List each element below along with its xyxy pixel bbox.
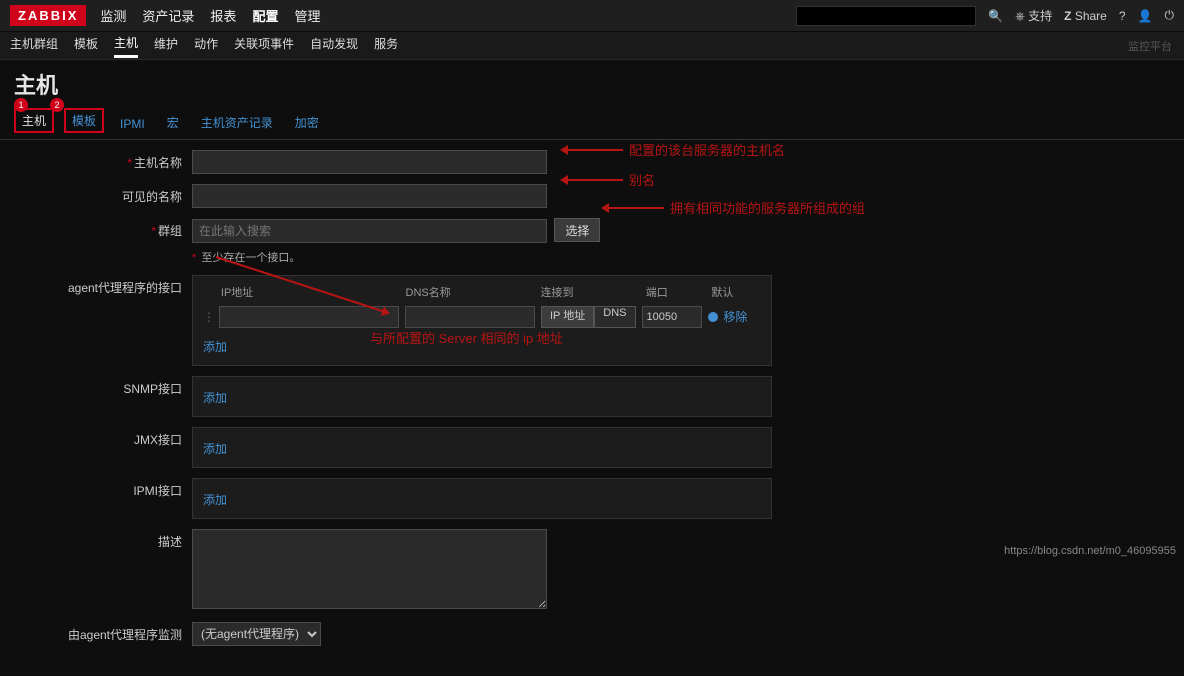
jmx-interface-add-link[interactable]: 添加 bbox=[203, 436, 227, 461]
subnav-discovery[interactable]: 自动发现 bbox=[310, 35, 358, 56]
groups-hint: * 至少存在一个接口。 bbox=[192, 249, 600, 265]
top-right: 🔍 ⎈ 支持 Z Share ? 👤 ⏻ bbox=[796, 6, 1174, 26]
visible-name-label: 可见的名称 bbox=[10, 184, 192, 205]
interface-default-radio[interactable] bbox=[708, 312, 718, 322]
iface-col-port: 端口 bbox=[646, 284, 706, 300]
groups-select-button[interactable]: 选择 bbox=[554, 218, 600, 242]
sub-nav: 主机群组 模板 主机 维护 动作 关联项事件 自动发现 服务 监控平台 bbox=[0, 32, 1184, 60]
drag-handle-icon[interactable]: ⋮⋮ bbox=[203, 310, 213, 324]
snmp-if-label: SNMP接口 bbox=[10, 376, 192, 397]
description-textarea[interactable] bbox=[192, 529, 547, 609]
user-icon[interactable]: 👤 bbox=[1138, 9, 1153, 23]
annotation-badge-2: 2 bbox=[50, 98, 64, 112]
tab-macros[interactable]: 宏 bbox=[161, 112, 185, 133]
subnav-hostgroups[interactable]: 主机群组 bbox=[10, 35, 58, 56]
nav-reports[interactable]: 报表 bbox=[210, 6, 236, 25]
connect-to-dns[interactable]: DNS bbox=[594, 306, 635, 328]
nav-monitoring[interactable]: 监测 bbox=[100, 6, 126, 25]
connect-to-ip[interactable]: IP 地址 bbox=[541, 306, 594, 328]
search-input[interactable] bbox=[796, 6, 976, 26]
share-link[interactable]: Z Share bbox=[1064, 9, 1107, 23]
subnav-actions[interactable]: 动作 bbox=[194, 35, 218, 56]
interface-row: ⋮⋮ IP 地址 DNS 移除 bbox=[203, 306, 761, 328]
ipmi-if-label: IPMI接口 bbox=[10, 478, 192, 499]
host-name-label: *主机名称 bbox=[10, 150, 192, 171]
groups-input[interactable] bbox=[192, 219, 547, 243]
subnav-maintenance[interactable]: 维护 bbox=[154, 35, 178, 56]
support-link[interactable]: ⎈ 支持 bbox=[1015, 7, 1052, 24]
nav-administration[interactable]: 管理 bbox=[294, 6, 320, 25]
subnav-eventcorr[interactable]: 关联项事件 bbox=[234, 35, 294, 56]
iface-col-dns: DNS名称 bbox=[406, 284, 535, 300]
groups-label: *群组 bbox=[10, 218, 192, 239]
agent-interfaces-box: IP地址 DNS名称 连接到 端口 默认 ⋮⋮ IP 地址 DNS bbox=[192, 275, 772, 366]
tab-inventory[interactable]: 主机资产记录 bbox=[195, 112, 279, 133]
description-label: 描述 bbox=[10, 529, 192, 550]
iface-col-default: 默认 bbox=[711, 284, 761, 300]
tab-ipmi[interactable]: IPMI bbox=[114, 115, 151, 133]
ipmi-interface-add-link[interactable]: 添加 bbox=[203, 487, 227, 512]
monitored-by-select[interactable]: (无agent代理程序) bbox=[192, 622, 321, 646]
interface-dns-input[interactable] bbox=[405, 306, 535, 328]
agent-interface-add-link[interactable]: 添加 bbox=[203, 334, 227, 359]
host-name-input[interactable] bbox=[192, 150, 547, 174]
nav-inventory[interactable]: 资产记录 bbox=[142, 6, 194, 25]
tab-encryption[interactable]: 加密 bbox=[289, 112, 325, 133]
snmp-interface-add-link[interactable]: 添加 bbox=[203, 385, 227, 410]
top-nav: ZABBIX 监测 资产记录 报表 配置 管理 🔍 ⎈ 支持 Z Share ?… bbox=[0, 0, 1184, 32]
iface-col-ip: IP地址 bbox=[221, 284, 400, 300]
host-tabs: 1 2 主机 模板 IPMI 宏 主机资产记录 加密 bbox=[0, 104, 1184, 140]
subnav-right-label: 监控平台 bbox=[1128, 38, 1172, 54]
jmx-if-label: JMX接口 bbox=[10, 427, 192, 448]
logo: ZABBIX bbox=[10, 5, 86, 26]
page-title: 主机 bbox=[0, 60, 1184, 104]
jmx-interfaces-box: 添加 bbox=[192, 427, 772, 468]
host-form: *主机名称 可见的名称 *群组 选择 * 至少存在一个接口。 agent代理程序… bbox=[0, 140, 1184, 676]
top-nav-items: 监测 资产记录 报表 配置 管理 bbox=[100, 6, 796, 25]
search-icon[interactable]: 🔍 bbox=[988, 9, 1003, 23]
iface-col-connectto: 连接到 bbox=[541, 284, 640, 300]
ipmi-interfaces-box: 添加 bbox=[192, 478, 772, 519]
annotation-badge-1: 1 bbox=[14, 98, 28, 112]
interface-port-input[interactable] bbox=[642, 306, 702, 328]
monitored-by-label: 由agent代理程序监测 bbox=[10, 622, 192, 643]
nav-configuration[interactable]: 配置 bbox=[252, 6, 278, 25]
subnav-templates[interactable]: 模板 bbox=[74, 35, 98, 56]
visible-name-input[interactable] bbox=[192, 184, 547, 208]
watermark: https://blog.csdn.net/m0_46095955 bbox=[1004, 545, 1176, 557]
agent-if-label: agent代理程序的接口 bbox=[10, 275, 192, 296]
snmp-interfaces-box: 添加 bbox=[192, 376, 772, 417]
interface-ip-input[interactable] bbox=[219, 306, 399, 328]
interface-remove-link[interactable]: 移除 bbox=[724, 308, 748, 325]
connect-to-toggle: IP 地址 DNS bbox=[541, 306, 636, 328]
subnav-hosts[interactable]: 主机 bbox=[114, 34, 138, 58]
help-icon[interactable]: ? bbox=[1119, 9, 1126, 23]
logout-icon[interactable]: ⏻ bbox=[1165, 8, 1175, 23]
tab-templates[interactable]: 模板 bbox=[64, 108, 104, 133]
subnav-services[interactable]: 服务 bbox=[374, 35, 398, 56]
